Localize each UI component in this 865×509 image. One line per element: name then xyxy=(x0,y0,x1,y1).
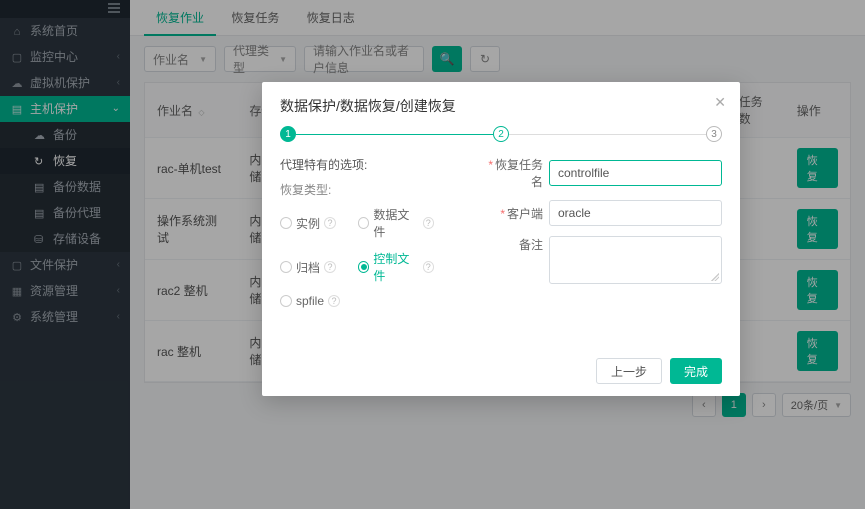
help-icon[interactable]: ? xyxy=(423,261,434,273)
restore-type-label: 恢复类型: xyxy=(280,181,469,198)
radio-spfile[interactable]: spfile? xyxy=(280,294,356,308)
modal-title: 数据保护/数据恢复/创建恢复 xyxy=(280,98,456,114)
modal-footer: 上一步 完成 xyxy=(596,358,722,384)
restore-type-radios: 实例? 数据文件? 归档? 控制文件? spfile? xyxy=(280,206,469,314)
task-name-input[interactable] xyxy=(549,160,722,186)
close-button[interactable]: ✕ xyxy=(714,94,726,111)
radio-icon xyxy=(280,261,292,273)
remark-label: 备注 xyxy=(479,236,543,253)
step-2: 2 xyxy=(493,126,509,142)
section-title: 代理特有的选项: xyxy=(280,156,469,173)
task-name-label: *恢复任务名 xyxy=(479,156,543,190)
step-line xyxy=(296,134,493,135)
create-restore-modal: 数据保护/数据恢复/创建恢复 ✕ 1 2 3 代理特有的选项: 恢复类型: 实例… xyxy=(262,82,740,396)
step-line xyxy=(509,134,706,135)
radio-icon xyxy=(280,217,292,229)
radio-archive[interactable]: 归档? xyxy=(280,250,356,284)
done-button[interactable]: 完成 xyxy=(670,358,722,384)
modal-header: 数据保护/数据恢复/创建恢复 ✕ xyxy=(262,82,740,126)
modal-body: 代理特有的选项: 恢复类型: 实例? 数据文件? 归档? 控制文件? spfil… xyxy=(262,156,740,314)
help-icon[interactable]: ? xyxy=(328,295,340,307)
help-icon[interactable]: ? xyxy=(423,217,434,229)
client-input[interactable] xyxy=(549,200,722,226)
radio-datafile[interactable]: 数据文件? xyxy=(358,206,434,240)
prev-button[interactable]: 上一步 xyxy=(596,358,662,384)
step-indicator: 1 2 3 xyxy=(262,126,740,156)
form-panel: *恢复任务名 *客户端 备注 xyxy=(479,156,722,314)
radio-instance[interactable]: 实例? xyxy=(280,206,356,240)
client-label: *客户端 xyxy=(479,205,543,222)
radio-controlfile[interactable]: 控制文件? xyxy=(358,250,434,284)
radio-icon xyxy=(358,217,369,229)
remark-textarea[interactable] xyxy=(549,236,722,284)
step-3: 3 xyxy=(706,126,722,142)
agent-options-panel: 代理特有的选项: 恢复类型: 实例? 数据文件? 归档? 控制文件? spfil… xyxy=(280,156,469,314)
help-icon[interactable]: ? xyxy=(324,261,336,273)
radio-icon xyxy=(358,261,369,273)
radio-icon xyxy=(280,295,292,307)
resize-handle-icon[interactable] xyxy=(711,273,719,281)
step-1: 1 xyxy=(280,126,296,142)
help-icon[interactable]: ? xyxy=(324,217,336,229)
